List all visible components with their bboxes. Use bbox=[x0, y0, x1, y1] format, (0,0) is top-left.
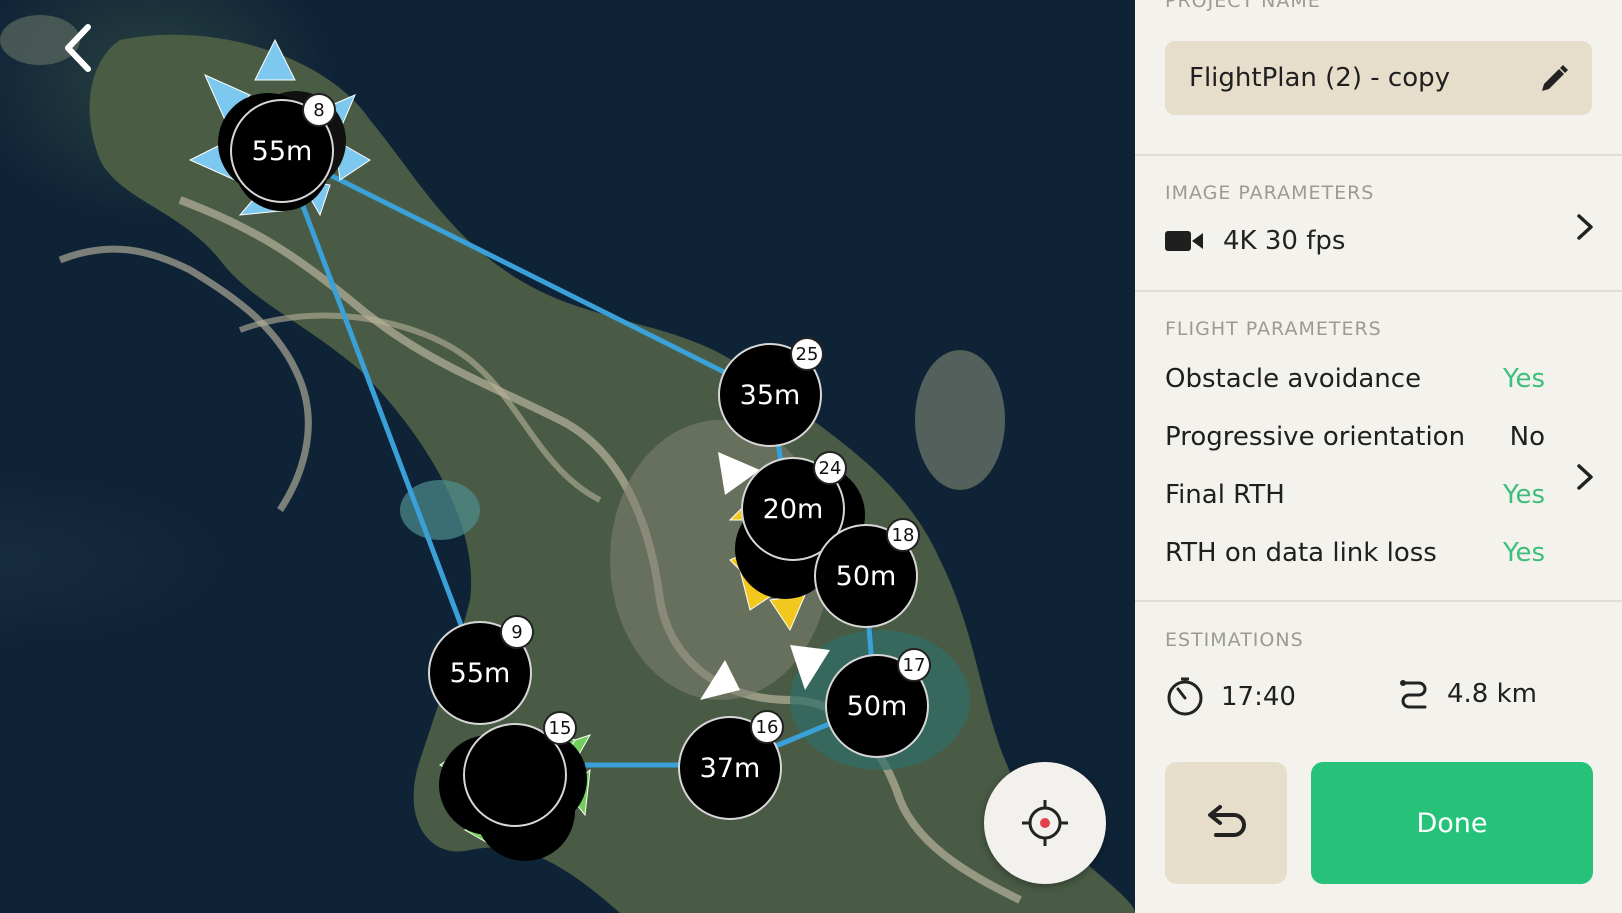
estimated-distance: 4.8 km bbox=[1397, 677, 1537, 711]
param-row-progressive-orientation: Progressive orientation No bbox=[1165, 422, 1545, 452]
waypoint-number: 9 bbox=[500, 615, 534, 649]
project-name-value: FlightPlan (2) - copy bbox=[1189, 63, 1450, 93]
back-button[interactable] bbox=[52, 20, 102, 76]
waypoint-number: 18 bbox=[886, 518, 920, 552]
waypoint-marker[interactable]: 37m 16 bbox=[678, 710, 784, 820]
project-name-field[interactable]: FlightPlan (2) - copy bbox=[1165, 41, 1592, 115]
waypoint-number: 25 bbox=[790, 337, 824, 371]
image-parameters-row[interactable]: 4K 30 fps bbox=[1165, 226, 1345, 256]
estimations-title: ESTIMATIONS bbox=[1165, 629, 1304, 651]
satellite-terrain bbox=[0, 15, 1135, 913]
waypoint-marker[interactable]: 55m 9 bbox=[428, 615, 534, 725]
map-view[interactable]: 55m 8 35m 25 20m 24 50m 18 50m 17 37m 16… bbox=[0, 0, 1135, 913]
waypoint-number: 16 bbox=[750, 710, 784, 744]
flight-parameters-title: FLIGHT PARAMETERS bbox=[1165, 318, 1382, 340]
undo-icon bbox=[1208, 805, 1246, 837]
locate-button[interactable] bbox=[984, 762, 1106, 884]
duration-value: 17:40 bbox=[1221, 682, 1296, 712]
param-label: Final RTH bbox=[1165, 480, 1285, 510]
waypoint-marker[interactable]: 50m 17 bbox=[825, 648, 931, 758]
back-icon bbox=[65, 24, 91, 72]
waypoint-number: 8 bbox=[302, 93, 336, 127]
param-row-obstacle-avoidance: Obstacle avoidance Yes bbox=[1165, 364, 1545, 394]
waypoint-marker[interactable]: 55m 8 bbox=[230, 93, 336, 203]
settings-panel: PROJECT NAME FlightPlan (2) - copy IMAGE… bbox=[1135, 0, 1622, 913]
video-mode-value: 4K 30 fps bbox=[1223, 226, 1346, 256]
param-label: RTH on data link loss bbox=[1165, 538, 1437, 568]
param-value: Yes bbox=[1503, 364, 1545, 394]
param-value: No bbox=[1509, 422, 1545, 452]
chevron-right-icon[interactable] bbox=[1575, 462, 1595, 492]
video-camera-icon bbox=[1165, 231, 1203, 251]
param-value: Yes bbox=[1503, 480, 1545, 510]
route-icon bbox=[1400, 680, 1427, 709]
param-label: Obstacle avoidance bbox=[1165, 364, 1422, 394]
waypoint-number: 15 bbox=[543, 711, 577, 745]
waypoint-marker[interactable]: 15 bbox=[463, 711, 577, 827]
estimated-duration: 17:40 bbox=[1165, 677, 1296, 717]
waypoint-number: 17 bbox=[897, 648, 931, 682]
divider bbox=[1135, 154, 1622, 156]
param-row-final-rth: Final RTH Yes bbox=[1165, 480, 1545, 510]
locate-icon bbox=[1022, 800, 1068, 846]
chevron-right-icon[interactable] bbox=[1575, 212, 1595, 242]
waypoint-number: 24 bbox=[813, 451, 847, 485]
param-label: Progressive orientation bbox=[1165, 422, 1466, 452]
project-name-title: PROJECT NAME bbox=[1165, 0, 1321, 12]
done-button[interactable]: Done bbox=[1311, 762, 1593, 884]
pencil-icon[interactable] bbox=[1538, 63, 1570, 95]
divider bbox=[1135, 290, 1622, 292]
waypoint-marker[interactable]: 35m 25 bbox=[718, 337, 824, 447]
param-row-rth-data-link-loss: RTH on data link loss Yes bbox=[1165, 538, 1545, 568]
distance-value: 4.8 km bbox=[1447, 679, 1537, 709]
waypoint-marker[interactable]: 50m 18 bbox=[814, 518, 920, 628]
image-parameters-title: IMAGE PARAMETERS bbox=[1165, 182, 1375, 204]
divider bbox=[1135, 600, 1622, 602]
timer-icon bbox=[1167, 677, 1203, 716]
param-value: Yes bbox=[1503, 538, 1545, 568]
undo-button[interactable] bbox=[1165, 762, 1287, 884]
